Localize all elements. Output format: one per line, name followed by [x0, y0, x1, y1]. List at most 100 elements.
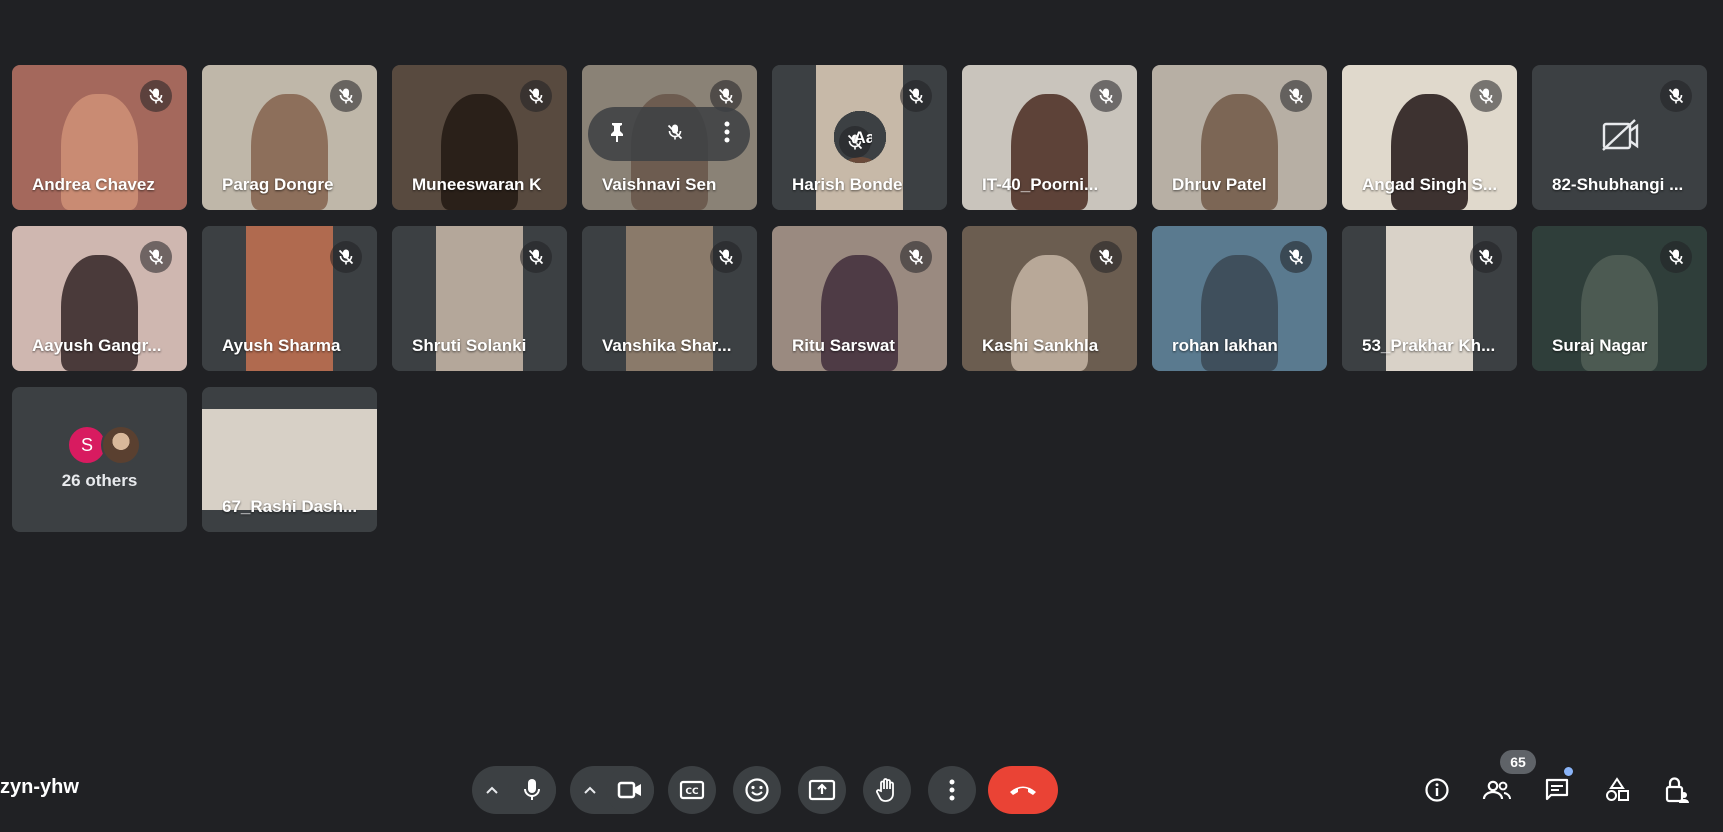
mic-off-icon	[1478, 88, 1494, 104]
meeting-code: zyn-yhw	[0, 776, 79, 798]
participant-name: Aanchal Patel	[853, 128, 872, 147]
video-subject	[202, 409, 377, 510]
chat-button[interactable]	[1535, 768, 1579, 812]
camera-options-button[interactable]	[574, 770, 606, 810]
others-avatars: S	[67, 425, 141, 465]
mic-off-icon	[718, 249, 734, 265]
mute-participant-icon[interactable]	[666, 123, 684, 146]
reactions-button[interactable]	[733, 766, 781, 814]
camera-group	[570, 766, 654, 814]
mic-off-icon	[148, 88, 164, 104]
participant-name: Angad Singh S...	[1362, 175, 1498, 194]
mic-off-indicator	[1090, 80, 1122, 112]
participant-tile[interactable]: S 26 others	[12, 387, 187, 532]
participant-tile[interactable]: Shruti Solanki	[392, 226, 567, 371]
video-off-icon	[1600, 117, 1640, 158]
participant-name: Shruti Solanki	[412, 336, 527, 355]
meeting-details-button[interactable]	[1415, 768, 1459, 812]
avatar	[101, 425, 141, 465]
pin-icon[interactable]	[608, 121, 626, 148]
participant-tile[interactable]: Aanchal Patel	[833, 111, 886, 163]
participant-tile[interactable]: Suraj Nagar	[1532, 226, 1707, 371]
participant-name: Aayush Gangr...	[32, 336, 162, 355]
mic-off-icon	[1098, 249, 1114, 265]
mic-group	[472, 766, 556, 814]
more-vert-icon[interactable]	[724, 121, 730, 148]
mic-off-icon	[908, 88, 924, 104]
participant-tile[interactable]: Muneeswaran K	[392, 65, 567, 210]
tile-hover-controls	[588, 107, 750, 161]
participant-name: Parag Dongre	[222, 175, 334, 194]
mic-off-indicator	[1470, 241, 1502, 273]
participant-tile[interactable]: Dhruv Patel	[1152, 65, 1327, 210]
people-icon	[1482, 780, 1512, 800]
captions-button[interactable]: CC	[668, 766, 716, 814]
participant-tile[interactable]: Vanshika Shar...	[582, 226, 757, 371]
participant-tile[interactable]: 67_Rashi Dash...	[202, 387, 377, 532]
participant-name: Ayush Sharma	[222, 336, 341, 355]
mic-off-indicator	[710, 241, 742, 273]
microphone-button[interactable]	[508, 766, 556, 814]
participant-name: Harish Bonde	[792, 175, 903, 194]
raise-hand-button[interactable]	[863, 766, 911, 814]
present-icon	[808, 779, 836, 801]
participant-tile[interactable]: rohan lakhan	[1152, 226, 1327, 371]
mic-off-indicator	[520, 80, 552, 112]
participant-tile[interactable]: 53_Prakhar Kh...	[1342, 226, 1517, 371]
mic-off-icon	[528, 249, 544, 265]
participant-tile[interactable]: Angad Singh S...	[1342, 65, 1517, 210]
more-options-button[interactable]	[928, 766, 976, 814]
host-controls-button[interactable]	[1655, 768, 1699, 812]
videocam-icon	[617, 781, 641, 799]
mic-off-indicator	[1280, 80, 1312, 112]
people-button[interactable]	[1475, 768, 1519, 812]
participant-name: Vaishnavi Sen	[602, 175, 717, 194]
participant-name: IT-40_Poorni...	[982, 175, 1099, 194]
mic-off-icon	[1288, 249, 1304, 265]
mic-off-icon	[528, 88, 544, 104]
activities-button[interactable]	[1595, 768, 1639, 812]
mic-off-icon	[1668, 249, 1684, 265]
participant-name: Muneeswaran K	[412, 175, 542, 194]
activities-icon	[1606, 777, 1629, 801]
participant-tile[interactable]: Kashi Sankhla	[962, 226, 1137, 371]
participant-name: Ritu Sarswat	[792, 336, 895, 355]
participant-tile[interactable]: Ayush Sharma	[202, 226, 377, 371]
mic-off-icon	[1668, 88, 1684, 104]
mic-off-icon	[338, 249, 354, 265]
participant-tile[interactable]: Aayush Gangr...	[12, 226, 187, 371]
participant-grid: Andrea Chavez Parag Dongre Muneeswaran K Va…	[12, 65, 1707, 532]
leave-call-button[interactable]	[988, 766, 1058, 814]
camera-button[interactable]	[606, 766, 654, 814]
lock-person-icon	[1665, 777, 1689, 803]
participant-tile[interactable]: Ritu Sarswat	[772, 226, 947, 371]
mic-off-indicator	[900, 80, 932, 112]
participant-name: 67_Rashi Dash...	[222, 497, 358, 516]
present-screen-button[interactable]	[798, 766, 846, 814]
participant-tile[interactable]: Andrea Chavez	[12, 65, 187, 210]
mic-off-icon	[1098, 88, 1114, 104]
mic-off-icon	[718, 88, 734, 104]
participant-name: rohan lakhan	[1172, 336, 1278, 355]
chevron-up-icon	[584, 786, 596, 794]
participant-tile[interactable]: 82-Shubhangi ...	[1532, 65, 1707, 210]
mic-off-icon	[148, 249, 164, 265]
more-vert-icon	[949, 779, 955, 801]
participant-name: Vanshika Shar...	[602, 336, 732, 355]
participant-tile[interactable]: Vaishnavi Sen	[582, 65, 757, 210]
mic-off-indicator	[900, 241, 932, 273]
participant-tile[interactable]: Parag Dongre	[202, 65, 377, 210]
mic-off-icon	[908, 249, 924, 265]
svg-text:CC: CC	[685, 787, 699, 797]
mic-options-button[interactable]	[476, 770, 508, 810]
emoji-icon	[745, 778, 769, 802]
info-icon	[1425, 778, 1449, 802]
mic-off-indicator	[140, 80, 172, 112]
call-end-icon	[1010, 786, 1036, 795]
mic-off-indicator	[520, 241, 552, 273]
mic-off-icon	[338, 88, 354, 104]
mic-off-indicator	[1660, 241, 1692, 273]
closed-captions-icon: CC	[679, 780, 705, 800]
participant-tile[interactable]: IT-40_Poorni...	[962, 65, 1137, 210]
mic-off-indicator	[1470, 80, 1502, 112]
